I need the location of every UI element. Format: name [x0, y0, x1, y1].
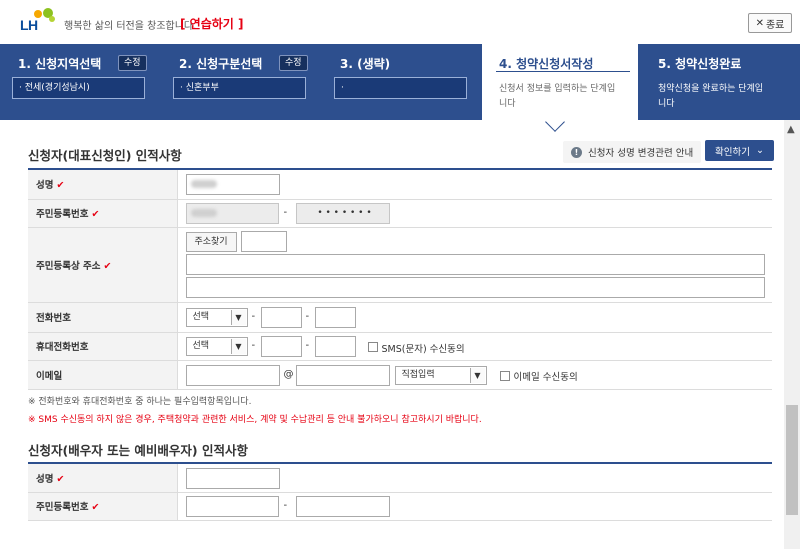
row-phone: 전화번호 선택 ▼ - - — [28, 302, 772, 333]
label-mobile: 휴대전화번호 — [28, 332, 177, 361]
scroll-up-icon[interactable]: ▲ — [787, 124, 795, 135]
spouse-rrn-dash: - — [283, 499, 288, 511]
step-2-edit-button[interactable]: 수정 — [279, 55, 308, 71]
scrollbar[interactable]: ▲ — [784, 120, 800, 549]
row-spouse-name: 성명 ✔ — [28, 463, 772, 493]
step-1: 1. 신청지역선택 수정 · 전세(경기성남시) — [0, 44, 161, 120]
label-email: 이메일 — [28, 360, 177, 390]
email-consent-label: 이메일 수신동의 — [513, 371, 578, 383]
step-4-desc: 신청서 정보를 입력하는 단계입니다 — [499, 84, 616, 109]
row-spouse-rrn: 주민등록번호 ✔ - — [28, 492, 772, 521]
chevron-down-icon: ▼ — [230, 338, 246, 354]
required-check-icon: ✔ — [91, 502, 100, 513]
spouse-rrn-front-input[interactable] — [185, 495, 279, 517]
lh-logo: LH — [18, 8, 58, 34]
chevron-down-icon: ⌄ — [756, 145, 764, 156]
label-name: 성명 ✔ — [28, 169, 177, 200]
mobile-prefix-select[interactable]: 선택 ▼ — [185, 336, 248, 356]
step-3: 3. (생략) · — [322, 44, 482, 120]
label-spouse-name: 성명 ✔ — [28, 463, 177, 493]
scroll-thumb[interactable] — [786, 405, 798, 515]
step-5: 5. 청약신청완료 청약신청을 완료하는 단계입니다 — [644, 44, 800, 120]
row-mobile: 휴대전화번호 선택 ▼ - - SMS(문자) 수신동의 — [28, 332, 772, 361]
close-icon: ✕ — [755, 17, 764, 29]
label-phone: 전화번호 — [28, 302, 177, 333]
row-email: 이메일 @ 직접입력 ▼ 이메일 수신동의 — [28, 360, 772, 390]
mobile-middle-input[interactable] — [260, 335, 302, 357]
email-domain-select[interactable]: 직접입력 ▼ — [394, 365, 487, 385]
phone-dash-1: - — [251, 310, 256, 322]
sms-warning-note: ※ SMS 수신동의 하지 않은 경우, 주택청약과 관련한 서비스, 계약 및… — [28, 415, 482, 425]
required-note: ※ 전화번호와 휴대전화번호 중 하나는 필수입력항목입니다. — [28, 397, 252, 407]
chevron-down-icon: ▼ — [469, 367, 485, 383]
step-5-desc: 청약신청을 완료하는 단계입니다 — [658, 84, 764, 109]
phone-last-input[interactable] — [314, 306, 356, 328]
top-bar: LH 행복한 삶의 터전을 창조합니다. [ 연습하기 ] ✕ 종료 — [0, 0, 800, 44]
email-domain-input[interactable] — [295, 364, 390, 386]
spouse-section-title: 신청자(배우자 또는 예비배우자) 인적사항 — [28, 443, 248, 458]
step-3-title: 3. (생략) — [340, 57, 391, 71]
applicant-section-title: 신청자(대표신청인) 인적사항 — [28, 148, 182, 163]
row-rrn: 주민등록번호 ✔ - • • • • • • • — [28, 199, 772, 228]
step-1-title: 1. 신청지역선택 — [18, 57, 102, 71]
required-check-icon: ✔ — [103, 260, 112, 272]
address-line2-input[interactable] — [185, 276, 765, 298]
step-2-value: · 신혼부부 — [173, 77, 306, 99]
applicant-rrn-back-input: • • • • • • • — [295, 202, 390, 224]
step-4-title: 4. 청약신청서작성 — [499, 57, 594, 71]
phone-middle-input[interactable] — [260, 306, 302, 328]
row-name: 성명 ✔ — [28, 169, 772, 200]
logo-text: LH — [20, 17, 38, 33]
confirm-button[interactable]: 확인하기 ⌄ — [705, 140, 774, 161]
label-rrn: 주민등록번호 ✔ — [28, 199, 177, 228]
spouse-rrn-back-input[interactable] — [295, 495, 390, 517]
step-3-value: · — [334, 77, 467, 99]
close-button[interactable]: ✕ 종료 — [748, 13, 792, 33]
step-4: 4. 청약신청서작성 신청서 정보를 입력하는 단계입니다 — [482, 44, 638, 120]
practice-label: [ 연습하기 ] — [180, 17, 244, 31]
email-id-input[interactable] — [185, 364, 280, 386]
phone-dash-2: - — [305, 310, 310, 322]
required-check-icon: ✔ — [91, 209, 100, 220]
mobile-last-input[interactable] — [314, 335, 356, 357]
step-5-title: 5. 청약신청완료 — [658, 57, 742, 71]
phone-area-select[interactable]: 선택 ▼ — [185, 307, 248, 327]
label-address: 주민등록상 주소 ✔ — [28, 227, 177, 303]
slogan: 행복한 삶의 터전을 창조합니다. — [64, 21, 197, 32]
close-label: 종료 — [765, 19, 785, 31]
applicant-rrn-front-input — [185, 202, 279, 224]
email-consent-checkbox[interactable] — [499, 370, 510, 381]
info-icon: ! — [571, 146, 582, 158]
zipcode-input[interactable] — [240, 230, 287, 252]
step-1-value: · 전세(경기성남시) — [12, 77, 145, 99]
mobile-dash-1: - — [251, 339, 256, 351]
applicant-name-input[interactable] — [185, 174, 280, 195]
address-line1-input[interactable] — [185, 253, 765, 275]
mobile-dash-2: - — [305, 339, 310, 351]
step-1-edit-button[interactable]: 수정 — [118, 55, 147, 71]
row-address: 주민등록상 주소 ✔ 주소찾기 — [28, 227, 772, 303]
sms-consent-label: SMS(문자) 수신동의 — [381, 343, 465, 355]
name-change-info-link[interactable]: ! 신청자 성명 변경관련 안내 — [563, 141, 702, 163]
step-2-title: 2. 신청구분선택 — [179, 57, 263, 71]
required-check-icon: ✔ — [56, 180, 65, 192]
spouse-name-input[interactable] — [185, 468, 280, 489]
step-2: 2. 신청구분선택 수정 · 신혼부부 — [161, 44, 322, 120]
applicant-form: 성명 ✔ 주민등록번호 ✔ - • • • • • • • 주민등록상 주소 ✔ 주소… — [28, 168, 772, 390]
required-check-icon: ✔ — [56, 473, 65, 485]
step-navigation: 1. 신청지역선택 수정 · 전세(경기성남시) 2. 신청구분선택 수정 · … — [0, 44, 800, 120]
address-search-button[interactable]: 주소찾기 — [185, 231, 237, 252]
sms-consent-checkbox[interactable] — [367, 341, 378, 352]
spouse-form: 성명 ✔ 주민등록번호 ✔ - — [28, 462, 772, 521]
email-at: @ — [283, 368, 294, 380]
chevron-down-icon: ▼ — [230, 309, 246, 325]
label-spouse-rrn: 주민등록번호 ✔ — [28, 492, 177, 521]
rrn-dash: - — [283, 206, 288, 218]
